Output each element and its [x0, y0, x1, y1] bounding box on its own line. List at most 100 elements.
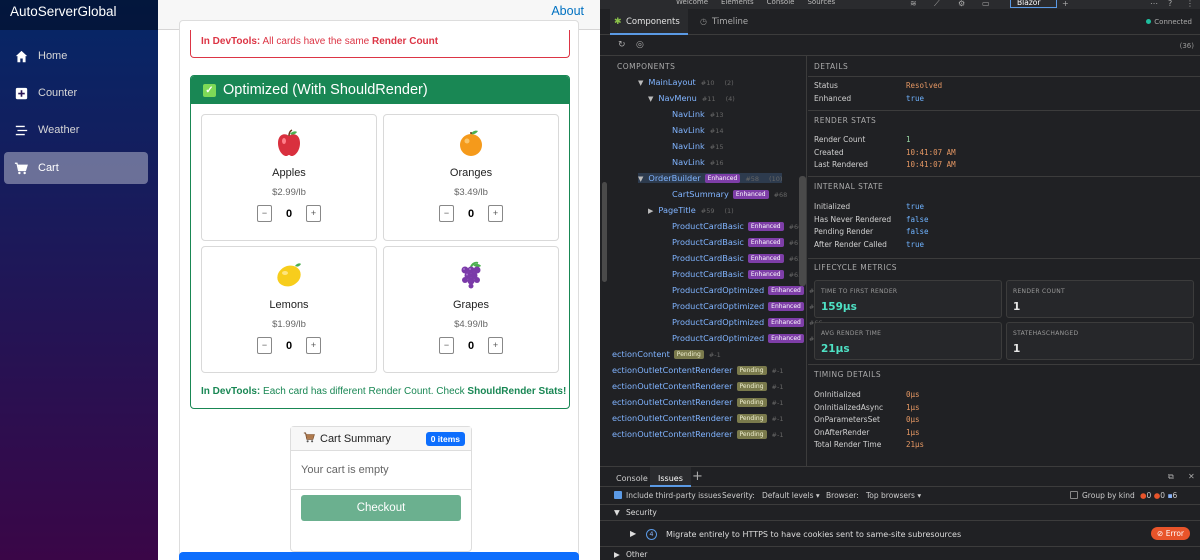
- status-badge: Enhanced: [747, 270, 784, 279]
- status-badge: Enhanced: [747, 254, 784, 263]
- wifi-icon[interactable]: ≋: [910, 0, 917, 8]
- basic-devtools-note: In DevTools: All cards have the same Ren…: [201, 36, 439, 47]
- issues-group-other[interactable]: ▶ Other: [600, 549, 1200, 560]
- close-icon[interactable]: ✕: [1188, 472, 1195, 481]
- increment-button[interactable]: +: [306, 337, 321, 354]
- tab-components[interactable]: ✱ Components: [610, 9, 688, 35]
- drawer-tab-console[interactable]: Console: [616, 474, 648, 483]
- property-value: 0µs: [906, 390, 920, 399]
- property-value: 1µs: [906, 402, 920, 412]
- nav-item-counter[interactable]: Counter: [4, 77, 148, 109]
- chevron-down-icon[interactable]: ▼: [648, 95, 653, 103]
- group-by-kind-checkbox[interactable]: Group by kind: [1070, 491, 1135, 500]
- tree-node-id: #16: [709, 159, 724, 167]
- increment-button[interactable]: +: [306, 205, 321, 222]
- increment-button[interactable]: +: [488, 205, 503, 222]
- tree-node-name: ectionOutletContentRenderer: [612, 413, 733, 423]
- chevron-down-icon[interactable]: ▼: [638, 175, 643, 183]
- browser-select[interactable]: Top browsers ▾: [866, 491, 921, 500]
- issue-text: Migrate entirely to HTTPS to have cookie…: [666, 530, 962, 539]
- dock-icon[interactable]: ⧉: [1168, 472, 1174, 482]
- checkout-button[interactable]: Checkout: [301, 495, 461, 521]
- tree-node-id: #-1: [771, 383, 784, 391]
- tree-scrollbar[interactable]: [799, 176, 806, 286]
- gear-icon[interactable]: ⚙: [958, 0, 965, 8]
- tree-node[interactable]: ▶ PageTitle #59 (1): [648, 205, 734, 215]
- tab-blazor[interactable]: Blazor: [1010, 0, 1057, 8]
- tree-node[interactable]: ProductCardBasic Enhanced #62: [672, 253, 802, 263]
- property-name: Last Rendered: [814, 160, 868, 169]
- tree-node[interactable]: ProductCardOptimizedEnhanced#65: [672, 301, 823, 311]
- nav-item-home[interactable]: Home: [4, 40, 148, 72]
- property-value: true: [906, 94, 925, 103]
- tree-node[interactable]: NavLink #15: [672, 141, 723, 151]
- tree-node-name: ectionContent: [612, 349, 670, 359]
- tree-node[interactable]: CartSummary Enhanced #68: [672, 189, 787, 199]
- drawer-tab-issues[interactable]: Issues: [650, 467, 691, 487]
- status-badge: Enhanced: [768, 286, 804, 295]
- more-icon[interactable]: ⋯: [1150, 0, 1158, 8]
- decrement-button[interactable]: −: [439, 205, 454, 222]
- tree-node[interactable]: ▼ OrderBuilder Enhanced #58 (10): [638, 173, 783, 183]
- include-third-party-checkbox[interactable]: Include third-party issues: [614, 491, 721, 500]
- add-tab-icon[interactable]: +: [1062, 0, 1069, 8]
- tree-scrollbar-left[interactable]: [602, 182, 607, 282]
- tree-node[interactable]: ProductCardBasic Enhanced #60: [672, 221, 802, 231]
- tree-node[interactable]: ProductCardOptimizedEnhanced#66: [672, 317, 823, 327]
- more-options-icon[interactable]: ⋮: [1186, 0, 1194, 8]
- increment-button[interactable]: +: [488, 337, 503, 354]
- severity-select[interactable]: Default levels ▾: [762, 491, 820, 500]
- frame-icon[interactable]: ▭: [982, 0, 990, 8]
- help-icon[interactable]: ?: [1168, 0, 1172, 8]
- tree-node[interactable]: NavLink #14: [672, 125, 723, 135]
- issue-counters[interactable]: ●0 ●0 ▪6: [1140, 491, 1177, 500]
- tree-node[interactable]: NavLink #13: [672, 109, 723, 119]
- tab-sources[interactable]: Sources: [807, 0, 835, 9]
- tab-console[interactable]: Console: [767, 0, 795, 9]
- tree-node-id: #13: [709, 111, 724, 119]
- status-badge: Enhanced: [768, 334, 804, 343]
- chevron-right-icon[interactable]: ▶: [648, 207, 653, 215]
- tree-node[interactable]: ProductCardOptimizedEnhanced#67: [672, 333, 823, 343]
- tree-node[interactable]: NavLink #16: [672, 157, 723, 167]
- tree-node[interactable]: ProductCardBasic Enhanced #61: [672, 237, 802, 247]
- tree-node[interactable]: ectionOutletContentRenderer Pending #-1: [612, 429, 783, 439]
- basic-section: In DevTools: All cards have the same Ren…: [190, 30, 570, 58]
- tree-node[interactable]: ectionOutletContentRenderer Pending #-1: [612, 381, 783, 391]
- brand-title[interactable]: AutoServerGlobal: [0, 0, 158, 30]
- tab-timeline[interactable]: ◷ Timeline: [700, 9, 748, 35]
- decrement-button[interactable]: −: [257, 337, 272, 354]
- quantity-value: 0: [467, 207, 475, 220]
- tab-welcome[interactable]: Welcome: [676, 0, 708, 9]
- nav-item-cart[interactable]: Cart: [4, 152, 148, 184]
- status-badge: Enhanced: [747, 238, 784, 247]
- tree-node-id: #59: [700, 207, 715, 215]
- status-dot-icon: [1146, 19, 1152, 24]
- tree-node[interactable]: ectionContent Pending #-1: [612, 349, 721, 359]
- property-name: OnInitializedAsync: [814, 402, 884, 412]
- tree-node[interactable]: ▼ NavMenu #11 (4): [648, 93, 735, 103]
- add-drawer-tab-icon[interactable]: +: [692, 469, 703, 484]
- decrement-button[interactable]: −: [439, 337, 454, 354]
- tree-node[interactable]: ▼ MainLayout #10 (2): [638, 77, 734, 87]
- nav-item-weather[interactable]: Weather: [4, 114, 148, 146]
- tree-node[interactable]: ectionOutletContentRenderer Pending #-1: [612, 413, 783, 423]
- pick-element-icon[interactable]: ◎: [636, 40, 644, 50]
- tree-node[interactable]: ProductCardOptimizedEnhanced#64: [672, 285, 823, 295]
- tab-elements[interactable]: Elements: [721, 0, 754, 9]
- tree-node[interactable]: ectionOutletContentRenderer Pending #-1: [612, 397, 783, 407]
- issue-row[interactable]: ▶ 4 Migrate entirely to HTTPS to have co…: [600, 523, 1200, 547]
- chevron-down-icon[interactable]: ▼: [638, 79, 643, 87]
- about-link[interactable]: About: [551, 4, 584, 18]
- metric-value: 1: [1013, 343, 1021, 355]
- product-price: $2.99/lb: [272, 187, 306, 198]
- tree-node[interactable]: ectionOutletContentRenderer Pending #-1: [612, 365, 783, 375]
- issues-group-security[interactable]: ▼ Security: [600, 505, 1200, 521]
- tree-node[interactable]: ProductCardBasic Enhanced #63: [672, 269, 802, 279]
- refresh-icon[interactable]: ↻: [618, 40, 626, 50]
- decrement-button[interactable]: −: [257, 205, 272, 222]
- quantity-stepper: − 0 +: [384, 205, 558, 222]
- performance-icon[interactable]: ⟋: [934, 0, 940, 9]
- tree-node-id: #-1: [771, 431, 784, 439]
- metric-card: TIME TO FIRST RENDER 159µs: [814, 280, 1002, 318]
